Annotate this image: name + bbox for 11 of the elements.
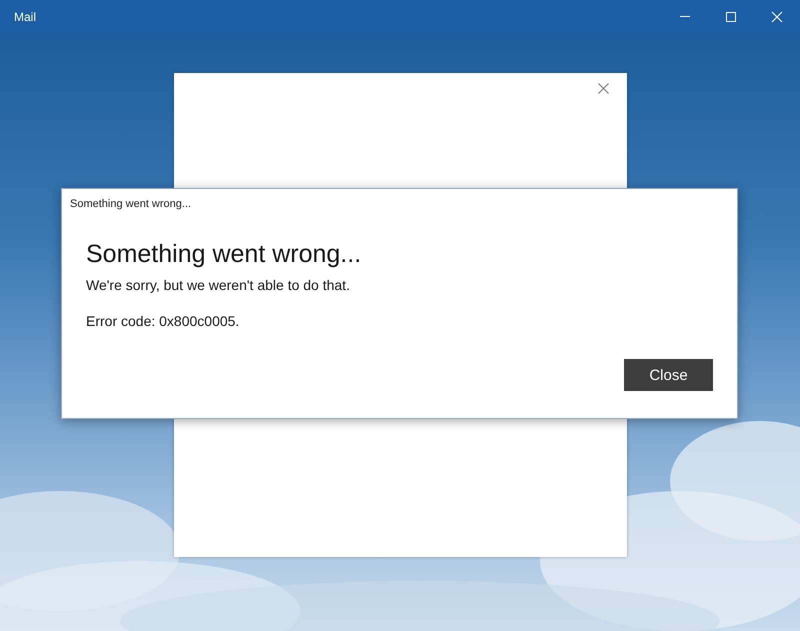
minimize-icon <box>680 16 690 17</box>
error-message: We're sorry, but we weren't able to do that. <box>86 277 350 293</box>
close-icon <box>598 83 608 94</box>
dialog-caption: Something went wrong... <box>70 198 192 210</box>
dialog-close-button[interactable]: Close <box>624 359 713 391</box>
window-title: Mail <box>13 10 36 24</box>
dialog-heading: Something went wrong... <box>86 240 362 269</box>
panel-close-button[interactable] <box>598 83 608 94</box>
close-icon <box>771 10 783 22</box>
error-code: Error code: 0x800c0005. <box>86 313 240 329</box>
maximize-icon <box>725 10 737 22</box>
